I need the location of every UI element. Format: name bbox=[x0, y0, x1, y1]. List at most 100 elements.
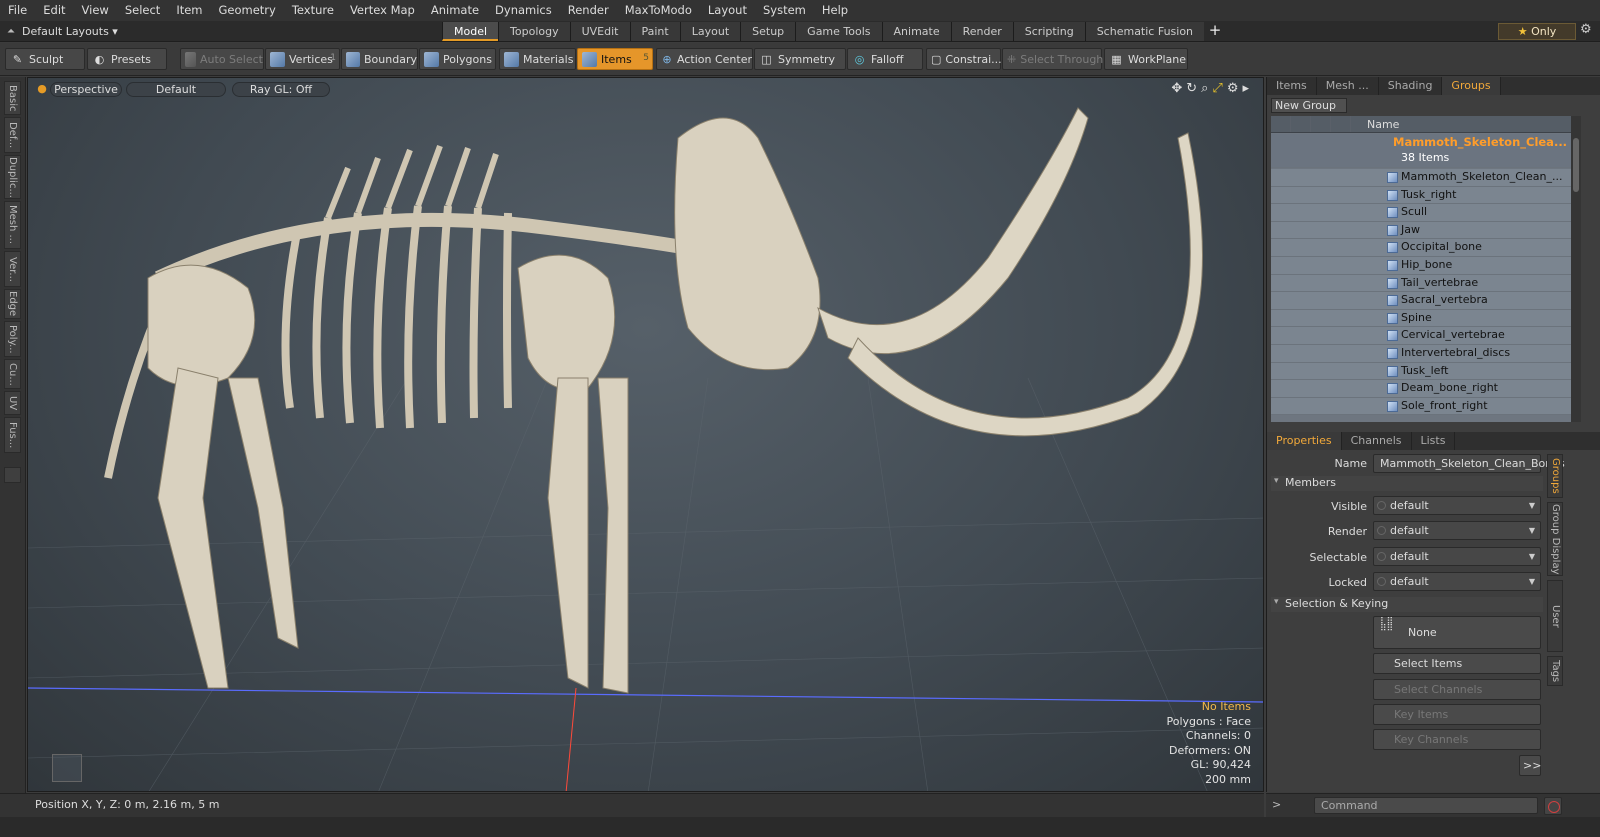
properties-tab-lists[interactable]: Lists bbox=[1412, 432, 1456, 450]
left-tab-5[interactable]: Edge bbox=[4, 289, 21, 319]
outliner-tab-items[interactable]: Items bbox=[1267, 77, 1317, 95]
menu-edit[interactable]: Edit bbox=[35, 0, 73, 21]
menu-item[interactable]: Item bbox=[168, 0, 210, 21]
menu-file[interactable]: File bbox=[0, 0, 35, 21]
render-select[interactable]: default ▼ bbox=[1373, 521, 1541, 540]
left-extra-button[interactable] bbox=[4, 467, 21, 483]
group-item-row[interactable]: Occipital_bone bbox=[1271, 239, 1571, 257]
fit-icon[interactable]: ⤢ bbox=[1212, 81, 1222, 96]
more-button[interactable]: >> bbox=[1519, 755, 1541, 776]
constraints-button[interactable]: ▢ Constrai... bbox=[926, 48, 1002, 70]
left-tab-9[interactable]: Fus... bbox=[4, 417, 21, 453]
group-item-row[interactable]: Sole_front_right bbox=[1271, 397, 1571, 416]
group-item-row[interactable]: Cervical_vertebrae bbox=[1271, 327, 1571, 345]
scroll-thumb[interactable] bbox=[1573, 138, 1579, 192]
menu-system[interactable]: System bbox=[755, 0, 814, 21]
raygl-button[interactable]: Ray GL: Off bbox=[232, 82, 330, 97]
menu-render[interactable]: Render bbox=[560, 0, 617, 21]
new-group-button[interactable]: New Group bbox=[1271, 98, 1347, 113]
tree-scrollbar[interactable] bbox=[1571, 116, 1581, 422]
left-tab-6[interactable]: Poly... bbox=[4, 321, 21, 357]
menu-texture[interactable]: Texture bbox=[284, 0, 342, 21]
properties-tab-properties[interactable]: Properties bbox=[1267, 432, 1342, 450]
materials-button[interactable]: Materials bbox=[499, 48, 576, 70]
zoom-icon[interactable]: ⌕ bbox=[1201, 81, 1208, 96]
group-item-row[interactable]: Tusk_right bbox=[1271, 186, 1571, 205]
mammoth-skeleton-model[interactable] bbox=[104, 107, 1203, 694]
items-button[interactable]: Items 5 bbox=[577, 48, 653, 70]
workplane-button[interactable]: ▦ WorkPlane bbox=[1104, 48, 1188, 70]
visible-select[interactable]: default ▼ bbox=[1373, 496, 1541, 515]
outliner-tab-mesh-[interactable]: Mesh ... bbox=[1317, 77, 1379, 95]
key-items-button[interactable]: Key Items bbox=[1373, 704, 1541, 725]
layouts-dropdown[interactable]: Default Layouts ▾ bbox=[22, 25, 132, 38]
lock-column-icon[interactable] bbox=[1331, 116, 1351, 132]
group-item-row[interactable]: Hip_bone bbox=[1271, 257, 1571, 275]
group-item-row[interactable]: Tail_vertebrae bbox=[1271, 274, 1571, 293]
tab-schematic-fusion[interactable]: Schematic Fusion bbox=[1084, 22, 1205, 41]
menu-help[interactable]: Help bbox=[814, 0, 856, 21]
shading-default-button[interactable]: Default bbox=[126, 82, 226, 97]
left-tab-1[interactable]: Def... bbox=[4, 117, 21, 153]
tab-layout[interactable]: Layout bbox=[679, 22, 741, 41]
presets-button[interactable]: ◐ Presets bbox=[87, 48, 167, 70]
auto-select-button[interactable]: Auto Select bbox=[180, 48, 264, 70]
play-icon[interactable]: ▸ bbox=[1242, 81, 1249, 96]
group-item-row[interactable]: Sacral_vertebra bbox=[1271, 292, 1571, 310]
side-tab-groups[interactable]: Groups bbox=[1547, 454, 1563, 498]
viewport-settings-icon[interactable]: ⚙ bbox=[1227, 81, 1239, 96]
polygons-button[interactable]: Polygons bbox=[419, 48, 496, 70]
render-column-icon[interactable] bbox=[1291, 116, 1311, 132]
properties-tab-channels[interactable]: Channels bbox=[1342, 432, 1412, 450]
action-center-button[interactable]: ⊕ Action Center bbox=[656, 48, 753, 70]
locked-select[interactable]: default ▼ bbox=[1373, 572, 1541, 591]
selectable-select[interactable]: default ▼ bbox=[1373, 547, 1541, 566]
symmetry-button[interactable]: ◫ Symmetry bbox=[754, 48, 846, 70]
menu-dynamics[interactable]: Dynamics bbox=[487, 0, 560, 21]
visibility-eye-icon[interactable] bbox=[1271, 116, 1291, 132]
menu-select[interactable]: Select bbox=[117, 0, 168, 21]
tab-paint[interactable]: Paint bbox=[629, 22, 680, 41]
selection-keying-section[interactable]: Selection & Keying bbox=[1271, 597, 1543, 612]
key-channels-button[interactable]: Key Channels bbox=[1373, 729, 1541, 750]
outliner-tab-shading[interactable]: Shading bbox=[1379, 77, 1443, 95]
group-item-row[interactable]: Tusk_left bbox=[1271, 362, 1571, 381]
tab-topology[interactable]: Topology bbox=[498, 22, 570, 41]
gear-icon[interactable]: ⚙ bbox=[1580, 22, 1592, 37]
viewport-dot-icon[interactable]: ● bbox=[36, 82, 48, 97]
side-tab-tags[interactable]: Tags bbox=[1547, 656, 1563, 686]
group-item-row[interactable]: Mammoth_Skeleton_Clean_... bbox=[1271, 169, 1571, 187]
add-tab-icon[interactable]: + bbox=[1204, 21, 1226, 42]
boundary-button[interactable]: Boundary bbox=[341, 48, 418, 70]
group-item-row[interactable]: Intervertebral_discs bbox=[1271, 345, 1571, 363]
menu-layout[interactable]: Layout bbox=[700, 0, 755, 21]
none-selector[interactable]: ⠇⠿ ⠿⠿ None bbox=[1373, 616, 1541, 649]
side-tab-group-display[interactable]: Group Display bbox=[1547, 502, 1563, 576]
menu-view[interactable]: View bbox=[74, 0, 117, 21]
tab-scripting[interactable]: Scripting bbox=[1012, 22, 1085, 41]
group-item-row[interactable]: Jaw bbox=[1271, 221, 1571, 240]
tab-animate[interactable]: Animate bbox=[881, 22, 951, 41]
record-macro-icon[interactable] bbox=[1544, 797, 1562, 815]
tab-uvedit[interactable]: UVEdit bbox=[569, 22, 630, 41]
only-toggle[interactable]: ★ Only bbox=[1498, 23, 1576, 40]
select-items-button[interactable]: Select Items bbox=[1373, 653, 1541, 674]
falloff-button[interactable]: ◎ Falloff bbox=[847, 48, 923, 70]
group-item-row[interactable]: Spine bbox=[1271, 309, 1571, 328]
menu-animate[interactable]: Animate bbox=[423, 0, 487, 21]
left-tab-2[interactable]: Duplic... bbox=[4, 155, 21, 199]
menu-vertex-map[interactable]: Vertex Map bbox=[342, 0, 423, 21]
name-field[interactable]: Mammoth_Skeleton_Clean_Bones bbox=[1373, 454, 1565, 473]
select-through-button[interactable]: ⁜ Select Through bbox=[1002, 48, 1103, 70]
tab-model[interactable]: Model bbox=[442, 22, 499, 41]
select-column-icon[interactable] bbox=[1311, 116, 1331, 132]
menu-maxtomodo[interactable]: MaxToModo bbox=[617, 0, 700, 21]
left-tab-3[interactable]: Mesh ... bbox=[4, 201, 21, 249]
3d-viewport[interactable]: ● Perspective Default Ray GL: Off ✥ ↻ ⌕ … bbox=[27, 77, 1264, 792]
rotate-icon[interactable]: ↻ bbox=[1186, 81, 1197, 96]
select-channels-button[interactable]: Select Channels bbox=[1373, 679, 1541, 700]
group-row-parent[interactable]: Mammoth_Skeleton_Clea... 38 Items bbox=[1271, 134, 1571, 168]
vertices-button[interactable]: Vertices 1 bbox=[265, 48, 340, 70]
menu-geometry[interactable]: Geometry bbox=[211, 0, 284, 21]
outliner-tab-groups[interactable]: Groups bbox=[1442, 77, 1501, 95]
